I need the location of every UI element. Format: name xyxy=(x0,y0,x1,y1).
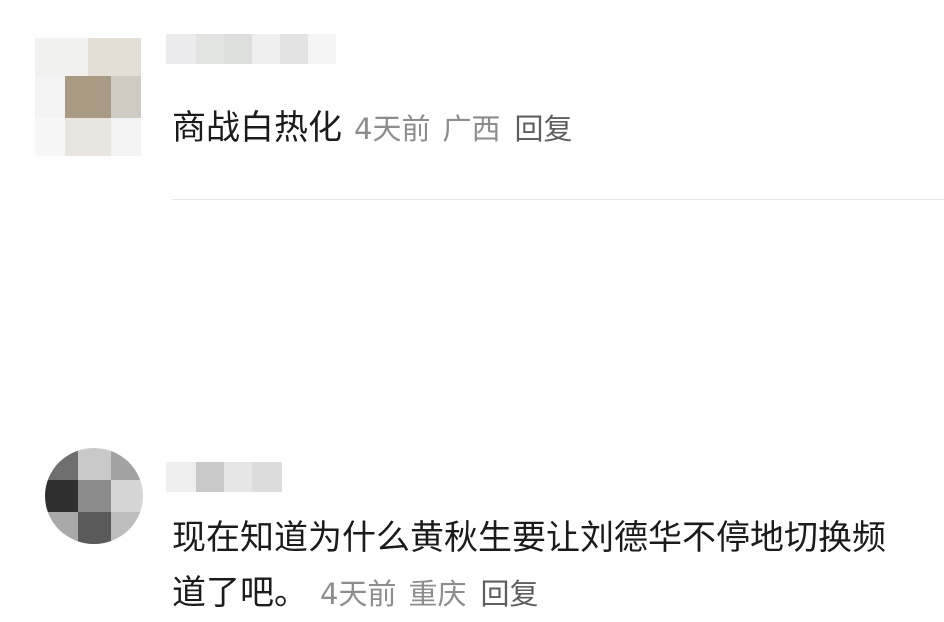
comment-time: 4天前 xyxy=(354,112,431,146)
reply-button[interactable]: 回复 xyxy=(514,112,572,146)
comment-time: 4天前 xyxy=(320,577,397,611)
comment-item: 商战白热化 4天前 广西 回复 xyxy=(0,0,944,200)
reply-button[interactable]: 回复 xyxy=(480,577,538,611)
username-blurred[interactable] xyxy=(166,462,282,492)
comment-location: 广西 xyxy=(442,112,501,146)
comment-text: 现在知道为什么黄秋生要让刘德华不停地切换频道了吧。 4天前 重庆 回复 xyxy=(172,511,892,622)
avatar[interactable] xyxy=(35,38,141,156)
comment-text: 商战白热化 4天前 广西 回复 xyxy=(172,101,572,157)
avatar[interactable] xyxy=(45,448,143,544)
username-blurred[interactable] xyxy=(166,34,336,64)
comment-location: 重庆 xyxy=(408,577,467,611)
comment-body: 商战白热化 xyxy=(172,108,342,148)
comment-item: 现在知道为什么黄秋生要让刘德华不停地切换频道了吧。 4天前 重庆 回复 xyxy=(0,200,944,613)
